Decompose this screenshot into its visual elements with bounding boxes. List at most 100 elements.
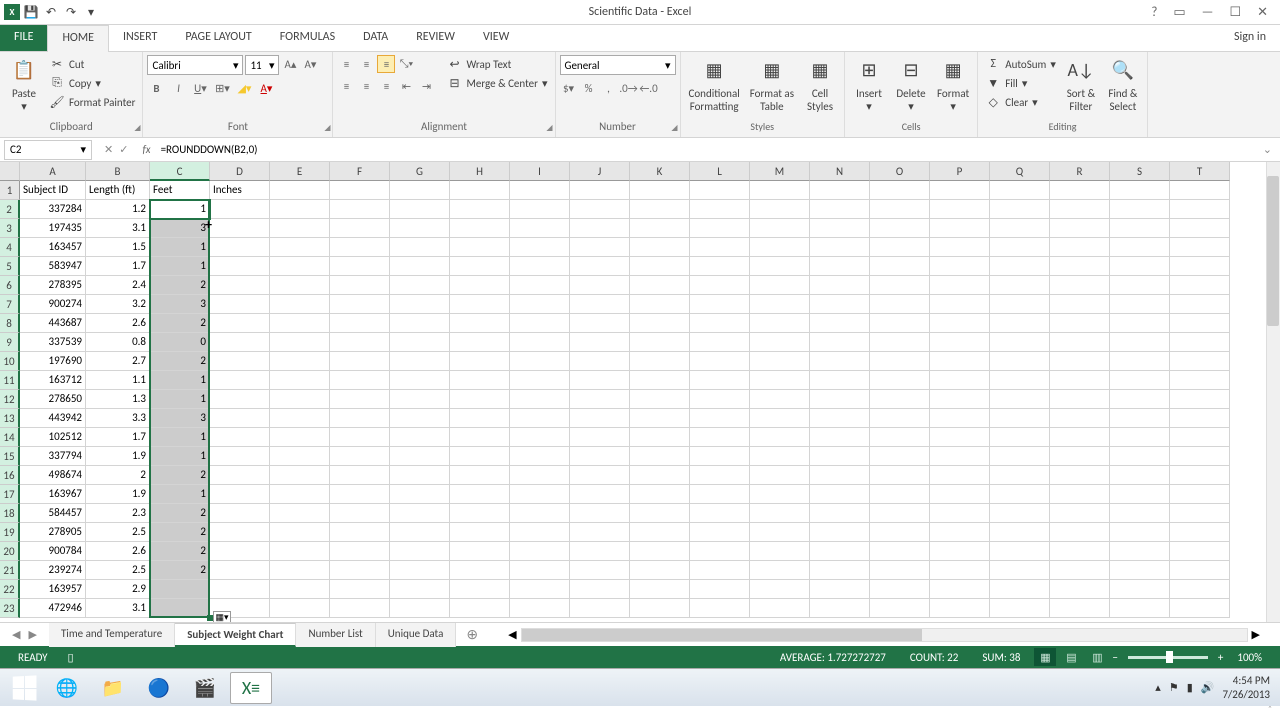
cell-O5[interactable] xyxy=(870,257,930,276)
cell-T16[interactable] xyxy=(1170,466,1230,485)
cell-A8[interactable]: 443687 xyxy=(20,314,86,333)
row-header-17[interactable]: 17 xyxy=(0,485,20,504)
cell-H12[interactable] xyxy=(450,390,510,409)
cell-D13[interactable] xyxy=(210,409,270,428)
cell-L18[interactable] xyxy=(690,504,750,523)
cell-L5[interactable] xyxy=(690,257,750,276)
cell-C21[interactable]: 2 xyxy=(150,561,210,580)
normal-view-icon[interactable]: ▦ xyxy=(1034,648,1056,666)
row-header-7[interactable]: 7 xyxy=(0,295,20,314)
cell-B16[interactable]: 2 xyxy=(86,466,150,485)
cell-E3[interactable] xyxy=(270,219,330,238)
cell-S2[interactable] xyxy=(1110,200,1170,219)
tab-formulas[interactable]: FORMULAS xyxy=(266,25,349,51)
cell-A17[interactable]: 163967 xyxy=(20,485,86,504)
cell-Q17[interactable] xyxy=(990,485,1050,504)
cell-E10[interactable] xyxy=(270,352,330,371)
align-center-icon[interactable]: ≡ xyxy=(357,77,375,95)
cell-Q21[interactable] xyxy=(990,561,1050,580)
row-header-2[interactable]: 2 xyxy=(0,200,20,219)
cell-L10[interactable] xyxy=(690,352,750,371)
cell-O6[interactable] xyxy=(870,276,930,295)
cell-J19[interactable] xyxy=(570,523,630,542)
cell-S3[interactable] xyxy=(1110,219,1170,238)
cell-N13[interactable] xyxy=(810,409,870,428)
cell-A10[interactable]: 197690 xyxy=(20,352,86,371)
cell-G21[interactable] xyxy=(390,561,450,580)
col-header-D[interactable]: D xyxy=(210,162,270,181)
cell-T3[interactable] xyxy=(1170,219,1230,238)
cell-A2[interactable]: 337284 xyxy=(20,200,86,219)
cell-A13[interactable]: 443942 xyxy=(20,409,86,428)
underline-button[interactable]: U▾ xyxy=(191,79,209,97)
cell-G1[interactable] xyxy=(390,181,450,200)
cell-N3[interactable] xyxy=(810,219,870,238)
cell-K1[interactable] xyxy=(630,181,690,200)
scrollbar-thumb[interactable] xyxy=(1267,176,1279,326)
cell-B21[interactable]: 2.5 xyxy=(86,561,150,580)
font-color-button[interactable]: A▾ xyxy=(257,79,275,97)
cell-P22[interactable] xyxy=(930,580,990,599)
cell-L7[interactable] xyxy=(690,295,750,314)
cell-P21[interactable] xyxy=(930,561,990,580)
cell-R9[interactable] xyxy=(1050,333,1110,352)
explorer-icon[interactable]: 📁 xyxy=(92,672,134,704)
cell-I15[interactable] xyxy=(510,447,570,466)
cell-G14[interactable] xyxy=(390,428,450,447)
cell-G7[interactable] xyxy=(390,295,450,314)
cell-L6[interactable] xyxy=(690,276,750,295)
cell-P15[interactable] xyxy=(930,447,990,466)
cell-P9[interactable] xyxy=(930,333,990,352)
cell-J6[interactable] xyxy=(570,276,630,295)
cell-E18[interactable] xyxy=(270,504,330,523)
cell-Q11[interactable] xyxy=(990,371,1050,390)
cell-D6[interactable] xyxy=(210,276,270,295)
cell-A18[interactable]: 584457 xyxy=(20,504,86,523)
cell-A22[interactable]: 163957 xyxy=(20,580,86,599)
cell-T15[interactable] xyxy=(1170,447,1230,466)
cell-Q23[interactable] xyxy=(990,599,1050,618)
collapse-ribbon-icon[interactable]: ˆ xyxy=(1268,703,1272,716)
cell-N18[interactable] xyxy=(810,504,870,523)
cell-A15[interactable]: 337794 xyxy=(20,447,86,466)
cell-E2[interactable] xyxy=(270,200,330,219)
cell-K23[interactable] xyxy=(630,599,690,618)
cell-B20[interactable]: 2.6 xyxy=(86,542,150,561)
cell-L8[interactable] xyxy=(690,314,750,333)
cell-F13[interactable] xyxy=(330,409,390,428)
cell-T13[interactable] xyxy=(1170,409,1230,428)
align-left-icon[interactable]: ≡ xyxy=(337,77,355,95)
chrome-icon[interactable]: 🔵 xyxy=(138,672,180,704)
row-header-6[interactable]: 6 xyxy=(0,276,20,295)
spreadsheet-grid[interactable]: ABCDEFGHIJKLMNOPQRST 1234567891011121314… xyxy=(0,162,1280,622)
cell-O9[interactable] xyxy=(870,333,930,352)
cell-D10[interactable] xyxy=(210,352,270,371)
cell-T14[interactable] xyxy=(1170,428,1230,447)
cell-C3[interactable]: 3 xyxy=(150,219,210,238)
cell-Q9[interactable] xyxy=(990,333,1050,352)
cell-D17[interactable] xyxy=(210,485,270,504)
fill-button[interactable]: ▼Fill ▾ xyxy=(982,74,1059,92)
redo-icon[interactable]: ↷ xyxy=(62,3,80,21)
row-header-4[interactable]: 4 xyxy=(0,238,20,257)
cell-H11[interactable] xyxy=(450,371,510,390)
sheet-tab-unique-data[interactable]: Unique Data xyxy=(376,623,457,647)
cell-T4[interactable] xyxy=(1170,238,1230,257)
border-button[interactable]: ⊞▾ xyxy=(213,79,231,97)
format-button[interactable]: ▦Format▾ xyxy=(933,55,973,115)
row-header-9[interactable]: 9 xyxy=(0,333,20,352)
col-header-N[interactable]: N xyxy=(810,162,870,181)
cell-H23[interactable] xyxy=(450,599,510,618)
tray-up-icon[interactable]: ▴ xyxy=(1155,681,1161,694)
cell-D22[interactable] xyxy=(210,580,270,599)
row-header-18[interactable]: 18 xyxy=(0,504,20,523)
formula-input[interactable]: =ROUNDDOWN(B2,0) xyxy=(157,140,1255,160)
font-name-select[interactable]: Calibri▾ xyxy=(147,55,243,75)
cell-A12[interactable]: 278650 xyxy=(20,390,86,409)
delete-button[interactable]: ⊟Delete▾ xyxy=(891,55,931,115)
page-break-view-icon[interactable]: ▥ xyxy=(1086,648,1108,666)
cell-E4[interactable] xyxy=(270,238,330,257)
cell-R12[interactable] xyxy=(1050,390,1110,409)
cell-S4[interactable] xyxy=(1110,238,1170,257)
cell-A23[interactable]: 472946 xyxy=(20,599,86,618)
